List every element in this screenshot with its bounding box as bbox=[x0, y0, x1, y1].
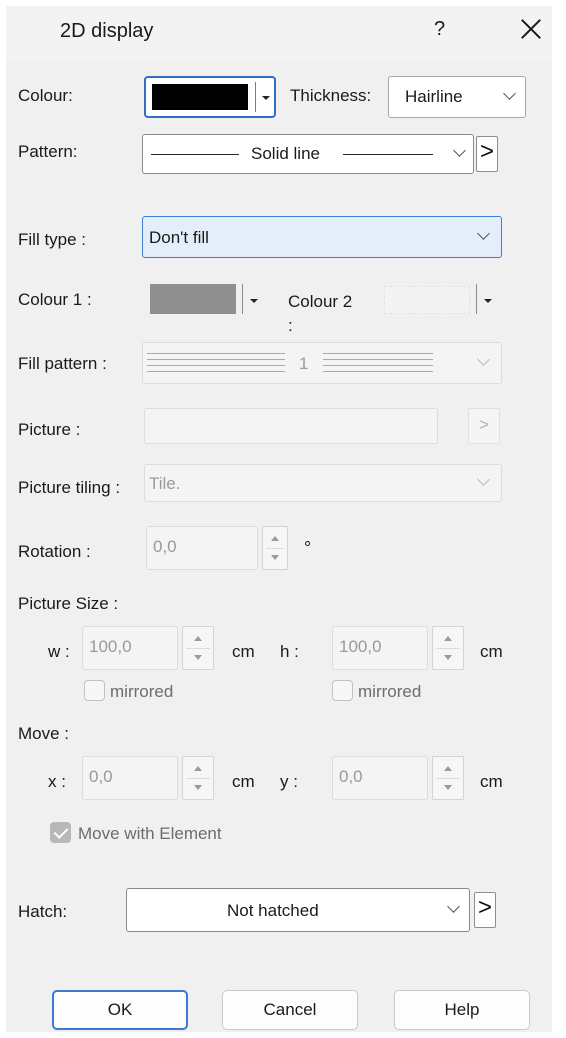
picture-label: Picture : bbox=[18, 420, 81, 439]
spin-up-icon[interactable] bbox=[194, 636, 202, 641]
fill-type-value: Don't fill bbox=[149, 228, 209, 247]
hatch-more-button[interactable]: > bbox=[474, 892, 496, 928]
thickness-value: Hairline bbox=[405, 87, 463, 106]
y-unit: cm bbox=[480, 772, 503, 791]
thickness-label: Thickness: bbox=[290, 86, 372, 105]
line-pattern-more-button[interactable]: > bbox=[476, 136, 498, 172]
height-mirrored-label: mirrored bbox=[358, 682, 422, 701]
fill-pattern-select[interactable]: 1 bbox=[142, 342, 502, 384]
height-value: 100,0 bbox=[339, 637, 382, 656]
rotation-input[interactable]: 0,0 bbox=[146, 526, 258, 570]
chevron-down-icon bbox=[477, 353, 490, 366]
colour2-picker[interactable] bbox=[378, 278, 502, 320]
fill-type-label: Fill type : bbox=[18, 230, 87, 249]
width-label: w : bbox=[48, 642, 70, 661]
thickness-select[interactable]: Hairline bbox=[388, 76, 526, 118]
height-input[interactable]: 100,0 bbox=[332, 626, 428, 670]
ok-button[interactable]: OK bbox=[52, 990, 188, 1030]
rotation-unit: ° bbox=[304, 538, 312, 558]
dialog-title: 2D display bbox=[60, 20, 154, 42]
colour2-swatch bbox=[384, 286, 470, 314]
x-input[interactable]: 0,0 bbox=[82, 756, 178, 800]
x-spinner[interactable] bbox=[182, 756, 214, 800]
chevron-down-icon bbox=[453, 144, 466, 157]
hatch-label: Hatch: bbox=[18, 902, 68, 921]
colour1-swatch bbox=[150, 284, 236, 314]
spin-up-icon[interactable] bbox=[444, 636, 452, 641]
hatch-select[interactable]: Not hatched bbox=[126, 888, 470, 932]
y-input[interactable]: 0,0 bbox=[332, 756, 428, 800]
width-spinner[interactable] bbox=[182, 626, 214, 670]
pattern-label: Pattern: bbox=[18, 142, 78, 161]
width-unit: cm bbox=[232, 642, 255, 661]
colour2-label-line2: : bbox=[288, 316, 293, 335]
width-input[interactable]: 100,0 bbox=[82, 626, 178, 670]
colour-dropdown-arrow-icon[interactable] bbox=[262, 96, 270, 100]
spin-down-icon[interactable] bbox=[444, 655, 452, 660]
colour-swatch bbox=[152, 84, 248, 110]
height-spinner[interactable] bbox=[432, 626, 464, 670]
spin-up-icon[interactable] bbox=[444, 766, 452, 771]
rotation-value: 0,0 bbox=[153, 537, 177, 556]
spin-up-icon[interactable] bbox=[194, 766, 202, 771]
hatch-value: Not hatched bbox=[227, 901, 319, 920]
x-value: 0,0 bbox=[89, 767, 113, 786]
fill-pattern-value: 1 bbox=[299, 354, 309, 373]
chevron-down-icon bbox=[503, 87, 516, 100]
colour2-label: Colour 2 : bbox=[288, 290, 352, 338]
fill-pattern-label: Fill pattern : bbox=[18, 354, 107, 373]
colour1-dropdown-arrow-icon[interactable] bbox=[250, 299, 258, 303]
y-label: y : bbox=[280, 772, 298, 791]
cancel-button[interactable]: Cancel bbox=[222, 990, 358, 1030]
chevron-down-icon bbox=[477, 473, 490, 486]
help-question-icon[interactable]: ? bbox=[434, 18, 445, 41]
help-button[interactable]: Help bbox=[394, 990, 530, 1030]
picture-tiling-select[interactable]: Tile. bbox=[144, 464, 502, 502]
height-mirrored-checkbox[interactable] bbox=[332, 680, 353, 701]
colour1-picker[interactable] bbox=[144, 278, 268, 320]
rotation-label: Rotation : bbox=[18, 542, 91, 561]
spin-down-icon[interactable] bbox=[444, 785, 452, 790]
spin-down-icon[interactable] bbox=[194, 785, 202, 790]
move-with-element-label: Move with Element bbox=[78, 824, 222, 843]
fill-type-select[interactable]: Don't fill bbox=[142, 216, 502, 258]
x-label: x : bbox=[48, 772, 66, 791]
colour-picker[interactable] bbox=[144, 76, 276, 118]
height-label: h : bbox=[280, 642, 299, 661]
colour2-label-line1: Colour 2 bbox=[288, 292, 353, 311]
line-pattern-preview-left bbox=[151, 154, 239, 155]
chevron-down-icon bbox=[477, 227, 490, 240]
chevron-down-icon bbox=[447, 900, 460, 913]
picture-tiling-label: Picture tiling : bbox=[18, 478, 121, 497]
line-pattern-select[interactable]: Solid line bbox=[142, 134, 474, 174]
move-with-element-checkbox[interactable] bbox=[50, 822, 71, 843]
rotation-spinner[interactable] bbox=[262, 526, 288, 570]
picture-size-heading: Picture Size : bbox=[18, 594, 119, 613]
spin-up-icon[interactable] bbox=[271, 536, 279, 541]
colour-label: Colour: bbox=[18, 86, 73, 105]
picture-browse-button[interactable]: > bbox=[468, 408, 500, 444]
picture-tiling-value: Tile. bbox=[149, 474, 181, 493]
spin-down-icon[interactable] bbox=[271, 555, 279, 560]
colour2-dropdown-arrow-icon[interactable] bbox=[484, 299, 492, 303]
picture-input[interactable] bbox=[144, 408, 438, 444]
height-unit: cm bbox=[480, 642, 503, 661]
colour1-label: Colour 1 : bbox=[18, 290, 92, 309]
close-icon[interactable] bbox=[518, 16, 544, 42]
width-mirrored-checkbox[interactable] bbox=[84, 680, 105, 701]
line-pattern-value: Solid line bbox=[251, 144, 320, 163]
x-unit: cm bbox=[232, 772, 255, 791]
line-pattern-preview-right bbox=[343, 154, 433, 155]
dialog-2d-display: 2D display ? Colour: Thickness: Hairline… bbox=[6, 6, 552, 1032]
spin-down-icon[interactable] bbox=[194, 655, 202, 660]
width-mirrored-label: mirrored bbox=[110, 682, 174, 701]
move-heading: Move : bbox=[18, 724, 70, 743]
y-value: 0,0 bbox=[339, 767, 363, 786]
y-spinner[interactable] bbox=[432, 756, 464, 800]
width-value: 100,0 bbox=[89, 637, 132, 656]
